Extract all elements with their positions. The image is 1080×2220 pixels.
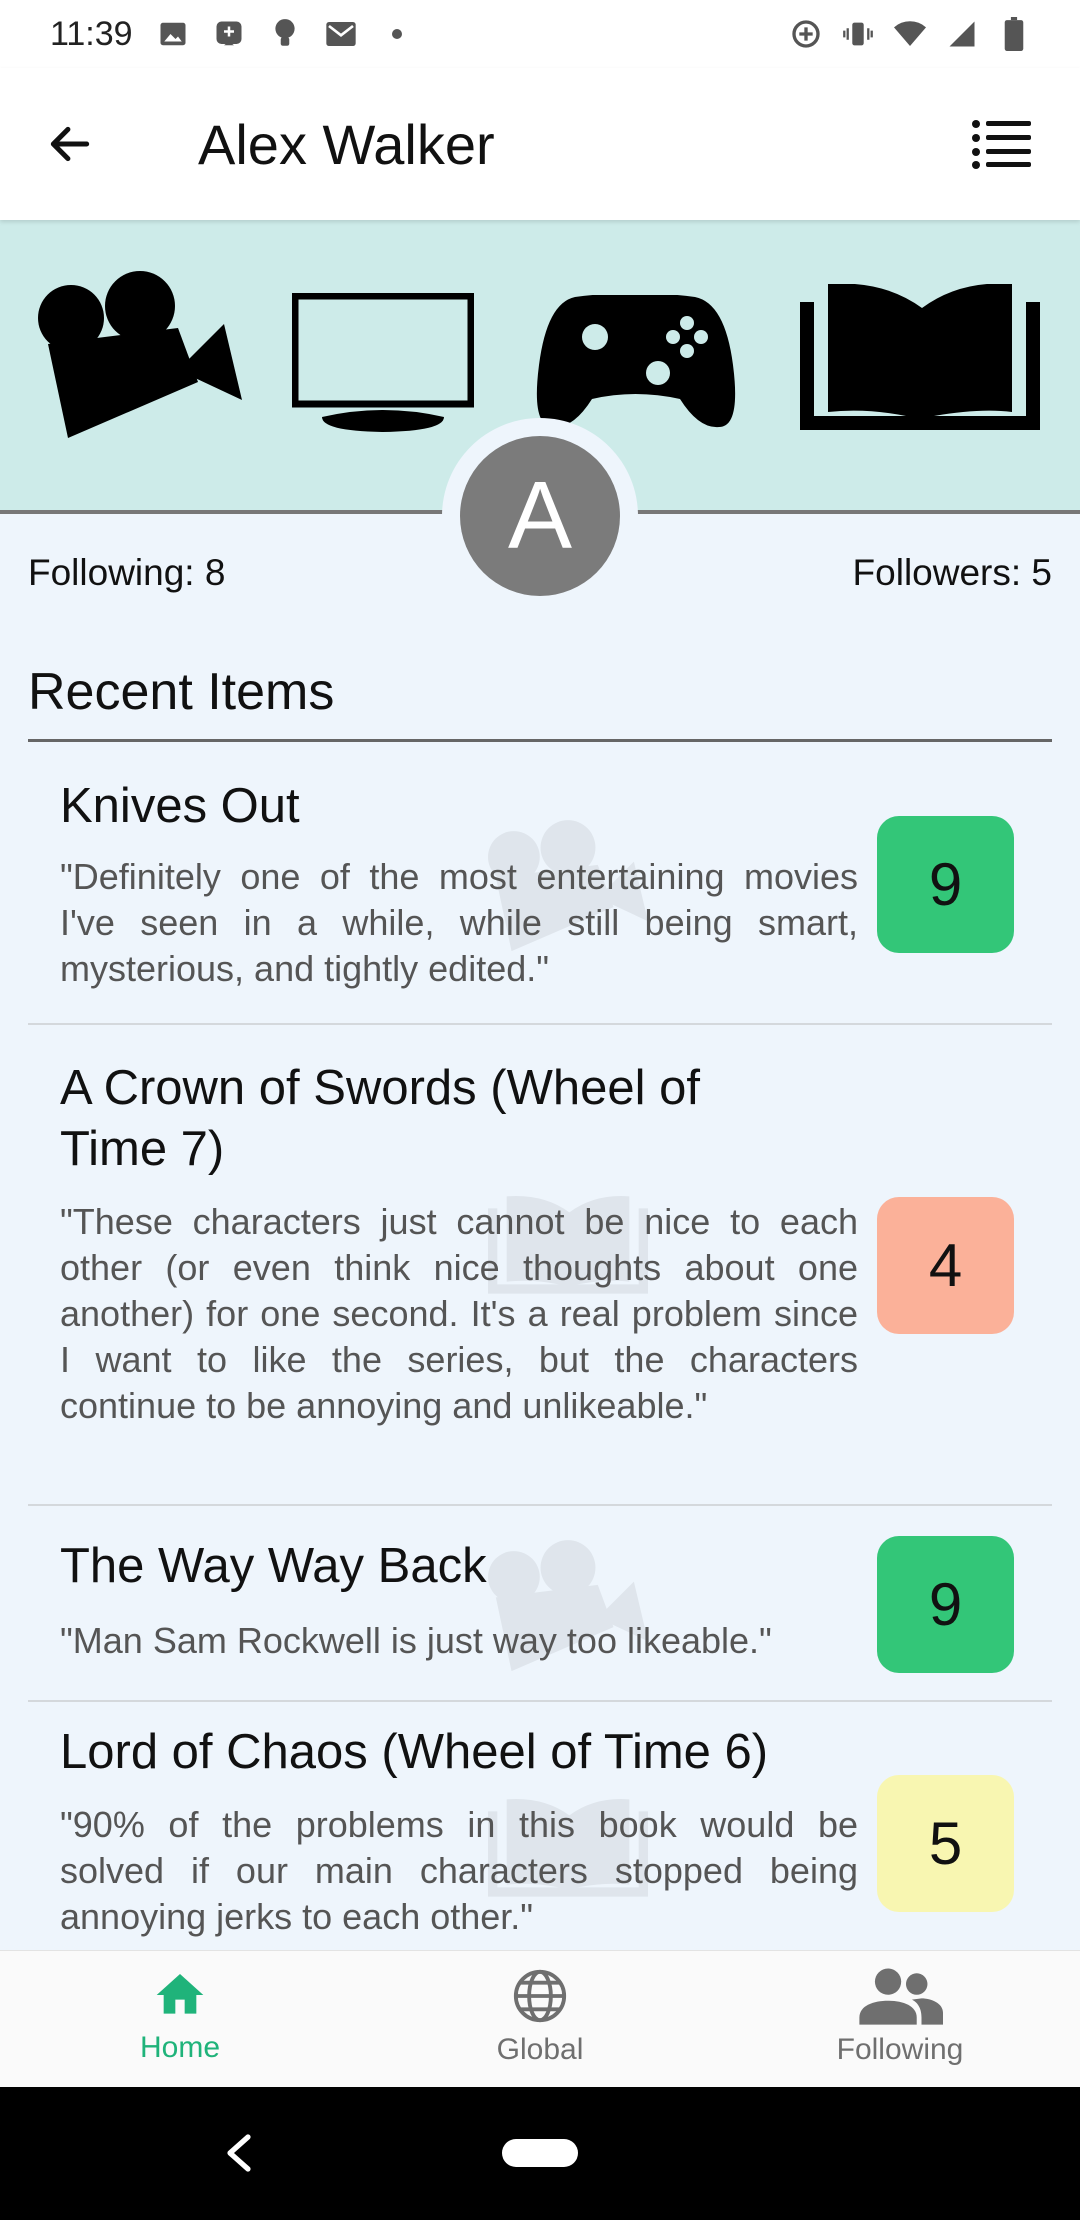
arrow-left-icon bbox=[50, 126, 90, 162]
home-icon bbox=[156, 1974, 204, 2014]
page-title: Alex Walker bbox=[198, 112, 495, 176]
system-home-pill[interactable] bbox=[502, 2139, 578, 2167]
nav-global[interactable]: Global bbox=[360, 1951, 720, 2087]
score-badge: 5 bbox=[877, 1775, 1014, 1912]
score-badge: 9 bbox=[877, 816, 1014, 953]
image-icon bbox=[157, 18, 189, 50]
app-notification-icon bbox=[213, 18, 245, 50]
mail-icon bbox=[325, 18, 357, 50]
item-title: The Way Way Back bbox=[60, 1539, 487, 1593]
item-title: A Crown of Swords (Wheel of Time 7) bbox=[60, 1061, 700, 1176]
list-menu-button[interactable] bbox=[962, 104, 1042, 184]
battery-icon bbox=[998, 17, 1030, 51]
section-title: Recent Items bbox=[28, 663, 335, 721]
item-review: "90% of the problems in this book would … bbox=[60, 1804, 858, 1937]
status-time: 11:39 bbox=[50, 14, 133, 53]
avatar[interactable]: A bbox=[460, 436, 620, 596]
item-title: Knives Out bbox=[60, 779, 300, 833]
score-badge: 9 bbox=[877, 1536, 1014, 1673]
followers-count[interactable]: Followers: 5 bbox=[853, 552, 1052, 594]
item-title: Lord of Chaos (Wheel of Time 6) bbox=[60, 1725, 769, 1779]
data-saver-icon bbox=[790, 18, 822, 50]
section-divider bbox=[28, 739, 1052, 742]
list-item[interactable]: Knives Out "Definitely one of the most e… bbox=[28, 744, 1052, 1025]
item-review: "Man Sam Rockwell is just way too likeab… bbox=[60, 1620, 772, 1661]
nav-home[interactable]: Home bbox=[0, 1951, 360, 2087]
nav-following[interactable]: Following bbox=[720, 1951, 1080, 2087]
list-icon bbox=[972, 120, 1031, 169]
people-icon bbox=[859, 1968, 943, 2025]
list-item[interactable]: The Way Way Back "Man Sam Rockwell is ju… bbox=[28, 1506, 1052, 1702]
bottom-nav: Home Global Following bbox=[0, 1950, 1080, 2087]
system-nav-bar bbox=[0, 2087, 1080, 2220]
signal-icon bbox=[946, 18, 978, 50]
score-badge: 4 bbox=[877, 1197, 1014, 1334]
app-bar: Alex Walker bbox=[0, 68, 1080, 220]
vibrate-icon bbox=[842, 18, 874, 50]
system-back-icon[interactable] bbox=[222, 2133, 258, 2173]
item-review: "These characters just cannot be nice to… bbox=[60, 1201, 858, 1426]
wifi-icon bbox=[894, 18, 926, 50]
nav-following-label: Following bbox=[836, 2033, 964, 2066]
open-book-icon bbox=[800, 284, 1040, 430]
lightbulb-icon bbox=[269, 18, 301, 50]
gamepad-icon bbox=[536, 295, 736, 428]
nav-home-label: Home bbox=[139, 2031, 221, 2064]
dot-icon bbox=[381, 18, 413, 50]
status-bar: 11:39 bbox=[0, 0, 1080, 68]
globe-icon bbox=[513, 1969, 567, 2023]
list-item[interactable]: Lord of Chaos (Wheel of Time 6) "90% of … bbox=[28, 1702, 1052, 1950]
nav-global-label: Global bbox=[496, 2033, 584, 2066]
tv-icon bbox=[292, 293, 474, 432]
movie-camera-icon bbox=[38, 271, 242, 438]
back-button[interactable] bbox=[30, 104, 110, 184]
list-item[interactable]: A Crown of Swords (Wheel of Time 7) "The… bbox=[28, 1025, 1052, 1506]
following-count[interactable]: Following: 8 bbox=[28, 552, 225, 594]
item-review: "Definitely one of the most entertaining… bbox=[60, 856, 858, 989]
